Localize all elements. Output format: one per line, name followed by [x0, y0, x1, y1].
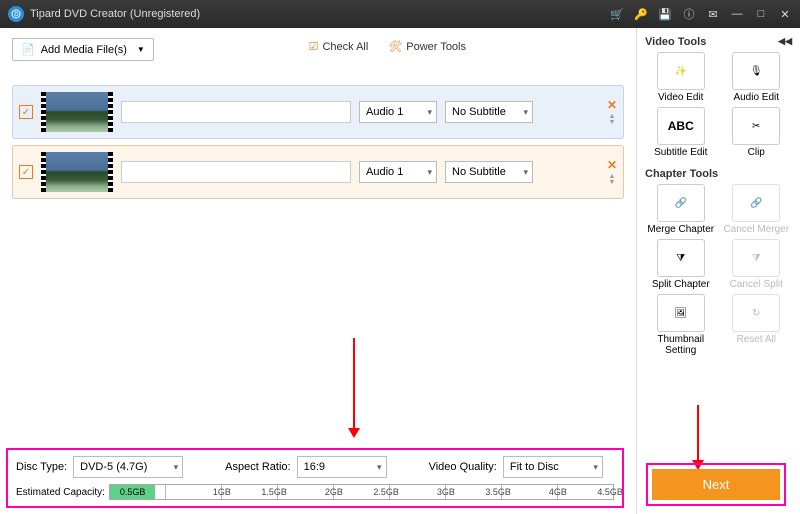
item-checkbox[interactable]: ✓ — [19, 165, 33, 179]
check-all-button[interactable]: ☑ Check All — [309, 40, 369, 53]
cancel-merger-button: 🔗Cancel Merger — [721, 184, 793, 235]
app-logo-icon — [8, 6, 24, 22]
video-quality-select[interactable]: Fit to Disc — [503, 456, 603, 478]
aspect-ratio-label: Aspect Ratio: — [225, 461, 290, 473]
annotation-arrow — [348, 338, 360, 438]
save-icon[interactable]: 💾 — [658, 7, 672, 21]
sidebar: Video Tools ◀◀ ✨Video Edit 🎙Audio Edit AB… — [636, 28, 800, 514]
next-button[interactable]: Next — [652, 469, 780, 500]
wand-icon: ✨ — [675, 66, 687, 77]
message-icon[interactable]: ✉ — [706, 7, 720, 21]
split-icon: ⧩ — [676, 253, 685, 264]
unlink-icon: 🔗 — [750, 198, 762, 209]
audio-select[interactable]: Audio 1 — [359, 101, 437, 123]
maximize-icon[interactable]: □ — [754, 7, 768, 21]
subtitle-select[interactable]: No Subtitle — [445, 161, 533, 183]
tools-icon: 🛠 — [388, 40, 402, 53]
capacity-bar: 0.5GB 1GB 1.5GB 2GB 2.5GB 3GB 3.5GB 4GB … — [109, 484, 614, 500]
check-all-label: Check All — [322, 41, 368, 53]
close-icon[interactable]: ✕ — [778, 7, 792, 21]
add-media-button[interactable]: 📄 Add Media File(s) ▼ — [12, 38, 154, 61]
minimize-icon[interactable]: — — [730, 7, 744, 21]
cancel-split-button: ⧩Cancel Split — [721, 239, 793, 290]
app-title: Tipard DVD Creator (Unregistered) — [30, 8, 200, 20]
burn-settings-panel: Disc Type: DVD-5 (4.7G) Aspect Ratio: 16… — [6, 448, 624, 508]
cart-icon[interactable]: 🛒 — [610, 7, 624, 21]
chevron-down-icon: ▼ — [137, 45, 145, 54]
chapter-tools-title: Chapter Tools — [645, 168, 718, 180]
audio-select[interactable]: Audio 1 — [359, 161, 437, 183]
thumbnail-setting-button[interactable]: 🖼Thumbnail Setting — [645, 294, 717, 356]
info-icon[interactable]: ⓘ — [682, 7, 696, 21]
subtitle-edit-button[interactable]: ABCSubtitle Edit — [645, 107, 717, 158]
abc-icon: ABC — [668, 119, 694, 133]
disc-type-select[interactable]: DVD-5 (4.7G) — [73, 456, 183, 478]
collapse-icon[interactable]: ◀◀ — [778, 36, 792, 48]
video-quality-label: Video Quality: — [429, 461, 497, 473]
delete-icon[interactable]: ✕ — [607, 158, 617, 172]
image-icon: 🖼 — [674, 308, 687, 319]
add-media-label: Add Media File(s) — [41, 44, 127, 56]
scissors-icon: ✂ — [752, 121, 760, 132]
checkbox-icon: ☑ — [309, 40, 319, 53]
capacity-label: Estimated Capacity: — [16, 487, 105, 498]
key-icon[interactable]: 🔑 — [634, 7, 648, 21]
video-edit-button[interactable]: ✨Video Edit — [645, 52, 717, 103]
clip-button[interactable]: ✂Clip — [721, 107, 793, 158]
reorder-buttons[interactable]: ▲▼ — [609, 114, 616, 126]
annotation-arrow — [692, 405, 704, 470]
video-thumbnail — [41, 92, 113, 132]
media-item[interactable]: ✓ Audio 1 No Subtitle ✕ ▲▼ — [12, 85, 624, 139]
item-checkbox[interactable]: ✓ — [19, 105, 33, 119]
add-file-icon: 📄 — [21, 43, 35, 56]
power-tools-label: Power Tools — [406, 41, 466, 53]
disc-type-label: Disc Type: — [16, 461, 67, 473]
video-thumbnail — [41, 152, 113, 192]
reset-icon: ↻ — [752, 308, 760, 319]
split-chapter-button[interactable]: ⧩Split Chapter — [645, 239, 717, 290]
link-icon: 🔗 — [675, 198, 687, 209]
audio-edit-button[interactable]: 🎙Audio Edit — [721, 52, 793, 103]
merge-chapter-button[interactable]: 🔗Merge Chapter — [645, 184, 717, 235]
delete-icon[interactable]: ✕ — [607, 98, 617, 112]
title-input[interactable] — [121, 101, 351, 123]
video-tools-title: Video Tools — [645, 36, 706, 48]
title-input[interactable] — [121, 161, 351, 183]
power-tools-button[interactable]: 🛠 Power Tools — [388, 40, 466, 53]
next-highlight: Next — [646, 463, 786, 506]
aspect-ratio-select[interactable]: 16:9 — [297, 456, 387, 478]
subtitle-select[interactable]: No Subtitle — [445, 101, 533, 123]
titlebar: Tipard DVD Creator (Unregistered) 🛒 🔑 💾 … — [0, 0, 800, 28]
reset-all-button: ↻Reset All — [721, 294, 793, 356]
microphone-icon: 🎙 — [750, 66, 763, 77]
media-item[interactable]: ✓ Audio 1 No Subtitle ✕ ▲▼ — [12, 145, 624, 199]
reorder-buttons[interactable]: ▲▼ — [609, 174, 616, 186]
unsplit-icon: ⧩ — [752, 253, 761, 264]
